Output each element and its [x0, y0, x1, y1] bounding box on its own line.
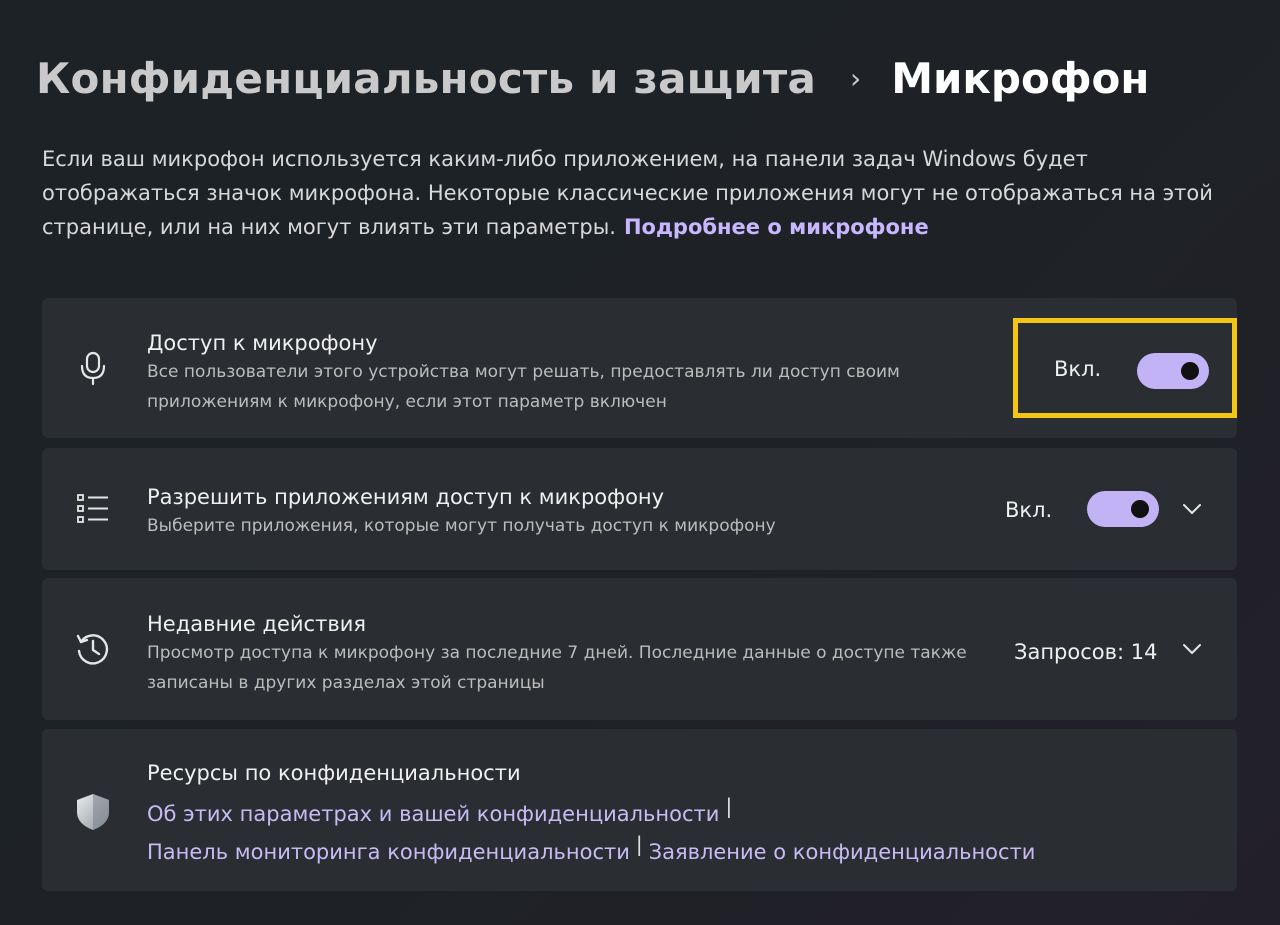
- breadcrumb: Конфиденциальность и защита › Микрофон: [36, 48, 1149, 108]
- link-separator: |: [635, 832, 643, 856]
- app-access-toggle[interactable]: [1087, 491, 1159, 527]
- toggle-knob: [1131, 500, 1149, 518]
- recent-activity-description: Просмотр доступа к микрофону за последни…: [147, 643, 967, 693]
- recent-activity-text: Недавние действия Просмотр доступа к мик…: [147, 610, 997, 698]
- microphone-icon: [72, 347, 114, 389]
- breadcrumb-parent[interactable]: Конфиденциальность и защита: [36, 54, 816, 103]
- chevron-down-icon[interactable]: [1180, 637, 1204, 661]
- list-icon: [72, 488, 114, 530]
- privacy-resources-title: Ресурсы по конфиденциальности: [147, 761, 521, 785]
- app-access-text: Разрешить приложениям доступ к микрофону…: [147, 483, 967, 541]
- privacy-links-row-1: Об этих параметрах и вашей конфиденциаль…: [147, 794, 1147, 833]
- requests-count: Запросов: 14: [1014, 640, 1158, 664]
- privacy-settings-link[interactable]: Об этих параметрах и вашей конфиденциаль…: [147, 802, 719, 826]
- highlight-annotation: [1013, 318, 1237, 418]
- privacy-resources-card: Ресурсы по конфиденциальности Об этих па…: [42, 729, 1237, 891]
- app-access-card[interactable]: Разрешить приложениям доступ к микрофону…: [42, 448, 1237, 570]
- breadcrumb-separator: ›: [849, 61, 862, 95]
- privacy-dashboard-link[interactable]: Панель мониторинга конфиденциальности: [147, 840, 630, 864]
- app-access-state: Вкл.: [1005, 498, 1053, 522]
- learn-more-link[interactable]: Подробнее о микрофоне: [624, 215, 929, 239]
- mic-access-description: Все пользователи этого устройства могут …: [147, 362, 900, 412]
- link-separator: |: [725, 794, 733, 818]
- mic-access-title: Доступ к микрофону: [147, 331, 378, 355]
- privacy-resources-text: Ресурсы по конфиденциальности Об этих па…: [147, 759, 1147, 871]
- page-title: Микрофон: [891, 53, 1150, 103]
- chevron-down-icon[interactable]: [1180, 497, 1204, 521]
- app-access-description: Выберите приложения, которые могут получ…: [147, 516, 776, 536]
- intro-description: Если ваш микрофон используется каким-либ…: [42, 142, 1232, 244]
- mic-access-text: Доступ к микрофону Все пользователи этог…: [147, 329, 987, 417]
- privacy-links-row-2: Панель мониторинга конфиденциальности | За…: [147, 832, 1147, 871]
- recent-activity-card[interactable]: Недавние действия Просмотр доступа к мик…: [42, 578, 1237, 720]
- recent-activity-title: Недавние действия: [147, 612, 366, 636]
- privacy-statement-link[interactable]: Заявление о конфиденциальности: [649, 840, 1036, 864]
- history-icon: [72, 628, 114, 670]
- shield-icon: [72, 791, 114, 833]
- app-access-title: Разрешить приложениям доступ к микрофону: [147, 485, 665, 509]
